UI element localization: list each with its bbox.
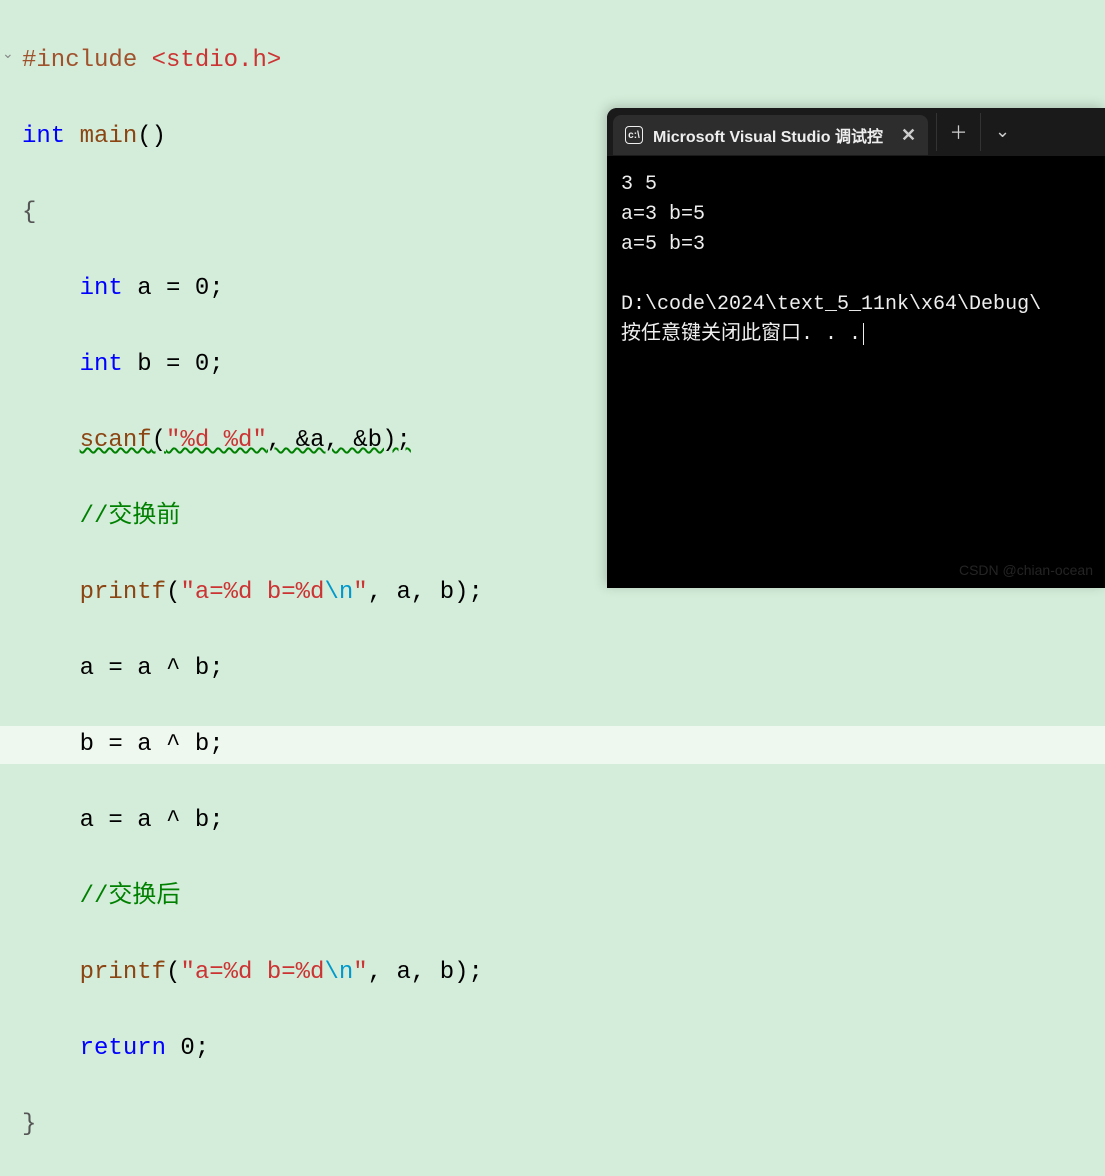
printf-call-1: printf — [80, 579, 166, 606]
main-func: main — [80, 123, 138, 150]
term-path: D:\code\2024\text_5_11nk\x64\Debug\ — [621, 293, 1041, 316]
comment-before: //交换前 — [80, 503, 181, 530]
code-line: a = a ^ b; — [0, 650, 1105, 688]
include-header: <stdio.h> — [152, 47, 282, 74]
parens: () — [137, 123, 166, 150]
fold-icon[interactable]: ⌄ — [2, 46, 14, 63]
tab-dropdown-button[interactable]: ⌄ — [980, 113, 1024, 151]
term-input: 3 5 — [621, 173, 657, 196]
terminal-window: c:\ Microsoft Visual Studio 调试控 ✕ ＋ ⌄ 3 … — [607, 108, 1105, 588]
new-tab-button[interactable]: ＋ — [936, 113, 980, 151]
kw-int: int — [22, 123, 65, 150]
printf-call-2: printf — [80, 959, 166, 986]
lbrace: { — [22, 199, 36, 226]
term-line: a=3 b=5 — [621, 203, 705, 226]
current-line: b = a ^ b; — [0, 726, 1105, 764]
scanf-call: scanf — [80, 427, 152, 454]
console-icon: c:\ — [625, 126, 643, 144]
term-line: a=5 b=3 — [621, 233, 705, 256]
terminal-tabbar: c:\ Microsoft Visual Studio 调试控 ✕ ＋ ⌄ — [607, 108, 1105, 156]
terminal-tab[interactable]: c:\ Microsoft Visual Studio 调试控 ✕ — [613, 115, 928, 155]
preprocessor: #include — [22, 47, 137, 74]
close-icon[interactable]: ✕ — [901, 125, 916, 146]
rbrace: } — [22, 1111, 36, 1138]
cursor — [863, 323, 864, 345]
comment-after: //交换后 — [80, 883, 181, 910]
code-line: a = a ^ b; — [0, 802, 1105, 840]
terminal-output[interactable]: 3 5 a=3 b=5 a=5 b=3 D:\code\2024\text_5_… — [607, 156, 1105, 364]
watermark: CSDN @chian-ocean — [959, 562, 1093, 578]
kw-return: return — [80, 1035, 166, 1062]
tab-title: Microsoft Visual Studio 调试控 — [653, 123, 883, 147]
term-prompt: 按任意键关闭此窗口. . . — [621, 323, 861, 346]
